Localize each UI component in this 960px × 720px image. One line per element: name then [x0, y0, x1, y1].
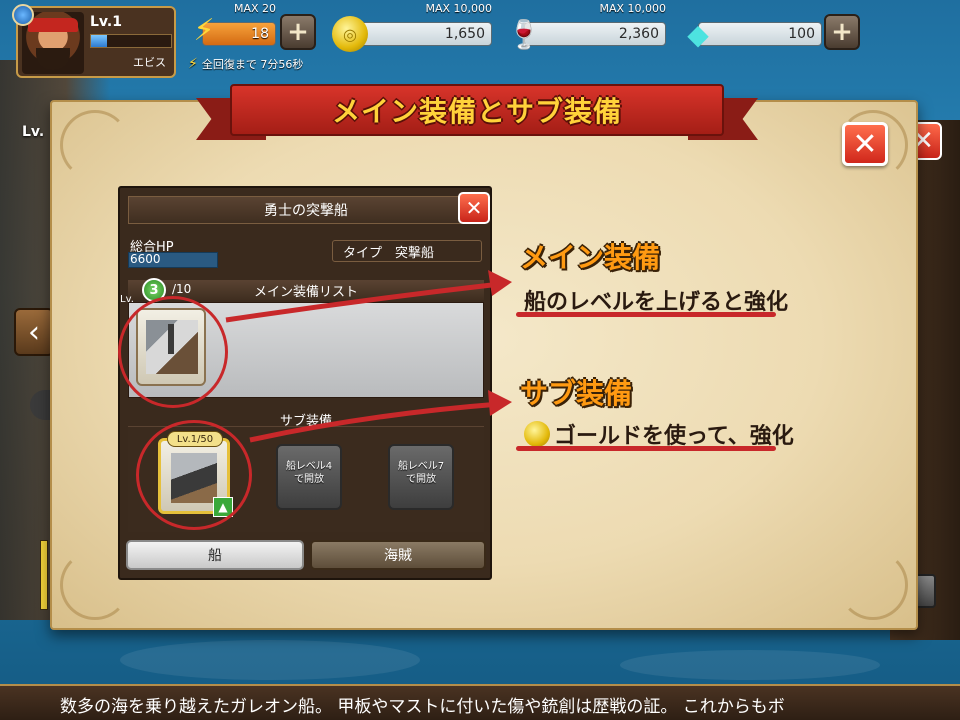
wine-max: MAX 10,000	[599, 2, 666, 15]
corner-flourish	[60, 110, 130, 180]
locked-sub-slot: 船レベル7 で開放	[388, 444, 454, 510]
callout-underline	[516, 446, 776, 451]
highlight-circle-main	[118, 296, 228, 408]
description-ticker: 数多の海を乗り越えたガレオン船。 甲板やマストに付いた傷や銃創は歴戦の証。 これ…	[0, 684, 960, 720]
wine-value: 2,360	[618, 26, 659, 42]
ship-type: タイプ 突撃船	[332, 240, 482, 262]
locked-sub-slot: 船レベル4 で開放	[276, 444, 342, 510]
gold-meter: MAX 10,000 1,650 ◎	[332, 2, 492, 52]
lightning-small-icon: ⚡	[188, 56, 198, 72]
main-equipment-max: /10	[172, 282, 192, 296]
add-gem-button[interactable]: +	[824, 14, 860, 50]
total-hp-value: 6600	[130, 252, 161, 266]
player-profile[interactable]: Lv.1 エビス	[12, 4, 176, 78]
previous-arrow-button[interactable]: ‹	[14, 308, 54, 356]
tab-ship[interactable]: 船	[126, 540, 304, 570]
rank-badge-icon	[12, 4, 34, 26]
wine-meter: MAX 10,000 2,360 🍷	[506, 2, 666, 51]
energy-value: 18	[251, 26, 269, 42]
ship-name: 勇士の突撃船	[128, 196, 484, 224]
gem-value: 100	[788, 26, 815, 42]
gold-coin-icon	[524, 421, 550, 447]
main-equipment-callout-title: メイン装備	[520, 241, 661, 274]
equipment-close-button[interactable]: ✕	[458, 192, 490, 224]
highlight-circle-sub	[136, 420, 252, 530]
energy-meter: MAX 20 18 ⚡	[184, 2, 276, 48]
gold-max: MAX 10,000	[425, 2, 492, 15]
wine-glass-icon: 🍷	[506, 17, 542, 51]
gold-coin-icon: ◎	[332, 16, 368, 52]
add-energy-button[interactable]: +	[280, 14, 316, 50]
corner-flourish	[838, 550, 908, 620]
player-name: エビス	[133, 56, 166, 69]
tab-pirate[interactable]: 海賊	[310, 540, 486, 570]
energy-recovery-timer: ⚡ 全回復まで 7分56秒	[188, 56, 303, 72]
background-level-label: Lv.	[22, 124, 45, 140]
gem-icon: ◆	[687, 17, 709, 51]
callout-underline	[516, 312, 776, 317]
top-hud: Lv.1 エビス MAX 20 18 ⚡ + MAX 10,000 1,650 …	[0, 0, 960, 80]
close-button[interactable]: ✕	[842, 122, 888, 166]
sub-equipment-callout-title: サブ装備	[520, 377, 633, 410]
exp-bar	[90, 34, 172, 48]
player-level: Lv.1	[90, 14, 122, 30]
gem-meter: 100 ◆	[680, 10, 822, 51]
timer-text: 全回復まで 7分56秒	[201, 58, 304, 71]
panel-title: メイン装備とサブ装備	[331, 95, 622, 128]
title-ribbon: メイン装備とサブ装備	[196, 84, 758, 146]
energy-max: MAX 20	[233, 2, 276, 15]
lightning-icon: ⚡	[193, 12, 215, 48]
background-yellow-bar	[40, 540, 48, 610]
gold-value: 1,650	[444, 26, 485, 42]
